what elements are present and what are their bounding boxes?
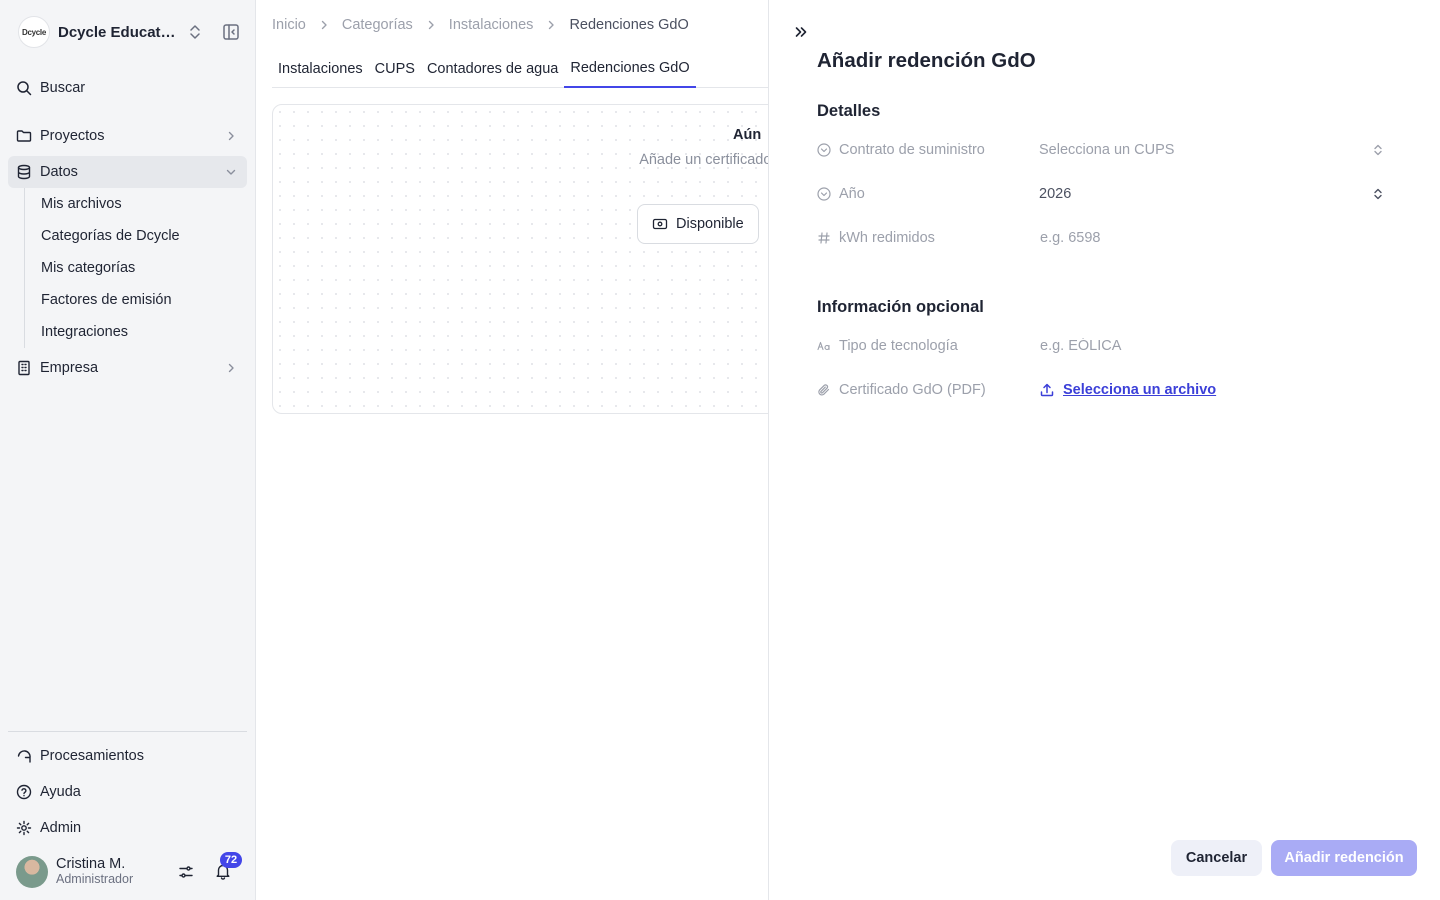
kwh-label: kWh redimidos bbox=[839, 230, 935, 246]
chevrons-right-icon[interactable] bbox=[793, 24, 809, 40]
breadcrumb: Inicio Categorías Instalaciones Redencio… bbox=[272, 17, 689, 33]
building-icon bbox=[16, 360, 32, 376]
org-logo: Dcycle bbox=[18, 16, 50, 48]
main-content: Inicio Categorías Instalaciones Redencio… bbox=[256, 0, 768, 900]
select-file-label: Selecciona un archivo bbox=[1063, 382, 1217, 398]
sidebar-item-admin[interactable]: Admin bbox=[8, 812, 247, 844]
available-button[interactable]: Disponible bbox=[637, 204, 759, 244]
avatar[interactable] bbox=[16, 856, 48, 888]
sidebar-item-search[interactable]: Buscar bbox=[8, 72, 247, 104]
sidebar-item-label: Datos bbox=[40, 164, 78, 180]
sidebar-subitem-my-files[interactable]: Mis archivos bbox=[25, 188, 246, 220]
chevron-up-down-icon bbox=[1374, 144, 1382, 156]
sidebar: Dcycle Dcycle Education Buscar Proyectos… bbox=[0, 0, 256, 900]
breadcrumb-current: Redenciones GdO bbox=[569, 17, 689, 33]
sidebar-subitem-my-categories[interactable]: Mis categorías bbox=[25, 252, 246, 284]
technology-label: Tipo de tecnología bbox=[839, 338, 958, 354]
supply-contract-select[interactable]: Selecciona un CUPS bbox=[1039, 136, 1385, 164]
sidebar-item-label: Ayuda bbox=[40, 784, 81, 800]
kwh-field: kWh redimidos bbox=[817, 224, 1385, 252]
sidebar-item-company[interactable]: Empresa bbox=[8, 352, 247, 384]
chevron-right-icon bbox=[228, 131, 234, 141]
certificate-field: Certificado GdO (PDF) Selecciona un arch… bbox=[817, 376, 1385, 404]
empty-state-description: Añade un certificado emisiones negativas bbox=[639, 152, 768, 168]
chevron-up-down-icon[interactable] bbox=[188, 24, 202, 40]
chevron-circle-icon bbox=[817, 143, 831, 157]
sidebar-collapse-icon[interactable] bbox=[222, 23, 240, 41]
chevron-right-icon bbox=[228, 363, 234, 373]
supply-contract-field: Contrato de suministro Selecciona un CUP… bbox=[817, 136, 1385, 164]
select-file-link[interactable]: Selecciona un archivo bbox=[1039, 382, 1216, 398]
chevron-up-down-icon bbox=[1374, 188, 1382, 200]
breadcrumb-installations[interactable]: Instalaciones bbox=[449, 17, 534, 33]
sliders-icon[interactable] bbox=[178, 864, 194, 880]
upload-icon bbox=[1040, 383, 1054, 397]
add-redemption-button[interactable]: Añadir redención bbox=[1271, 840, 1417, 876]
data-submenu: Mis archivos Categorías de Dcycle Mis ca… bbox=[24, 188, 246, 348]
text-type-icon bbox=[817, 339, 831, 353]
sidebar-item-help[interactable]: Ayuda bbox=[8, 776, 247, 808]
folder-icon bbox=[16, 128, 32, 144]
sidebar-item-label: Empresa bbox=[40, 360, 99, 376]
technology-field: Tipo de tecnología bbox=[817, 332, 1385, 360]
sidebar-divider bbox=[8, 731, 247, 732]
year-value: 2026 bbox=[1039, 186, 1072, 202]
technology-input-wrapper bbox=[1039, 332, 1385, 360]
cancel-button[interactable]: Cancelar bbox=[1171, 840, 1262, 876]
sidebar-item-processing[interactable]: Procesamientos bbox=[8, 740, 247, 772]
add-gdo-redemption-drawer: Añadir redención GdO Detalles Contrato d… bbox=[768, 0, 1440, 900]
technology-input[interactable] bbox=[1039, 332, 1385, 360]
paperclip-icon bbox=[817, 383, 831, 397]
tab-cups[interactable]: CUPS bbox=[369, 50, 421, 87]
gear-icon bbox=[16, 820, 32, 836]
sidebar-item-label: Admin bbox=[40, 820, 82, 836]
sidebar-subitem-integrations[interactable]: Integraciones bbox=[25, 316, 246, 348]
sidebar-item-label: Procesamientos bbox=[40, 748, 144, 764]
sidebar-subitem-dcycle-categories[interactable]: Categorías de Dcycle bbox=[25, 220, 246, 252]
tab-water-meters[interactable]: Contadores de agua bbox=[421, 50, 564, 87]
breadcrumb-home[interactable]: Inicio bbox=[272, 17, 306, 33]
user-role: Administrador bbox=[56, 872, 134, 886]
supply-contract-placeholder: Selecciona un CUPS bbox=[1039, 142, 1175, 158]
org-name: Dcycle Education bbox=[58, 23, 178, 41]
sidebar-item-data[interactable]: Datos bbox=[8, 156, 247, 188]
user-name: Cristina M. bbox=[56, 856, 126, 872]
details-section-title: Detalles bbox=[817, 102, 881, 120]
tab-installations[interactable]: Instalaciones bbox=[272, 50, 369, 87]
sidebar-item-projects[interactable]: Proyectos bbox=[8, 120, 247, 152]
chevron-right-icon bbox=[549, 20, 555, 30]
chevron-right-icon bbox=[428, 20, 434, 30]
kwh-input-wrapper bbox=[1039, 224, 1385, 252]
available-button-label: Disponible bbox=[676, 216, 744, 232]
drawer-title: Añadir redención GdO bbox=[817, 49, 1036, 72]
refresh-icon bbox=[16, 748, 32, 764]
certificate-label: Certificado GdO (PDF) bbox=[839, 382, 986, 398]
hash-icon bbox=[817, 231, 831, 245]
chevron-down-icon bbox=[226, 169, 236, 175]
empty-state-title: Aún bbox=[733, 127, 762, 143]
certificate-upload: Selecciona un archivo bbox=[1039, 376, 1385, 404]
year-field: Año 2026 bbox=[817, 180, 1385, 208]
optional-section-title: Información opcional bbox=[817, 298, 984, 316]
sidebar-item-label: Buscar bbox=[40, 80, 86, 96]
sidebar-subitem-emission-factors[interactable]: Factores de emisión bbox=[25, 284, 246, 316]
chevron-right-icon bbox=[321, 20, 327, 30]
breadcrumb-categories[interactable]: Categorías bbox=[342, 17, 413, 33]
year-select[interactable]: 2026 bbox=[1039, 180, 1385, 208]
tab-gdo-redemptions[interactable]: Redenciones GdO bbox=[564, 50, 696, 88]
supply-contract-label: Contrato de suministro bbox=[839, 142, 985, 158]
sidebar-item-label: Proyectos bbox=[40, 128, 105, 144]
org-switcher[interactable]: Dcycle Dcycle Education bbox=[18, 16, 246, 48]
help-circle-icon bbox=[16, 784, 32, 800]
kwh-input[interactable] bbox=[1039, 224, 1385, 252]
user-profile[interactable]: Cristina M. Administrador 72 bbox=[16, 852, 248, 888]
notification-badge: 72 bbox=[220, 852, 242, 868]
cash-icon bbox=[652, 218, 668, 230]
tabs: Instalaciones CUPS Contadores de agua Re… bbox=[272, 50, 768, 88]
search-icon bbox=[16, 80, 32, 96]
chevron-circle-icon bbox=[817, 187, 831, 201]
database-icon bbox=[16, 164, 32, 180]
year-label: Año bbox=[839, 186, 865, 202]
